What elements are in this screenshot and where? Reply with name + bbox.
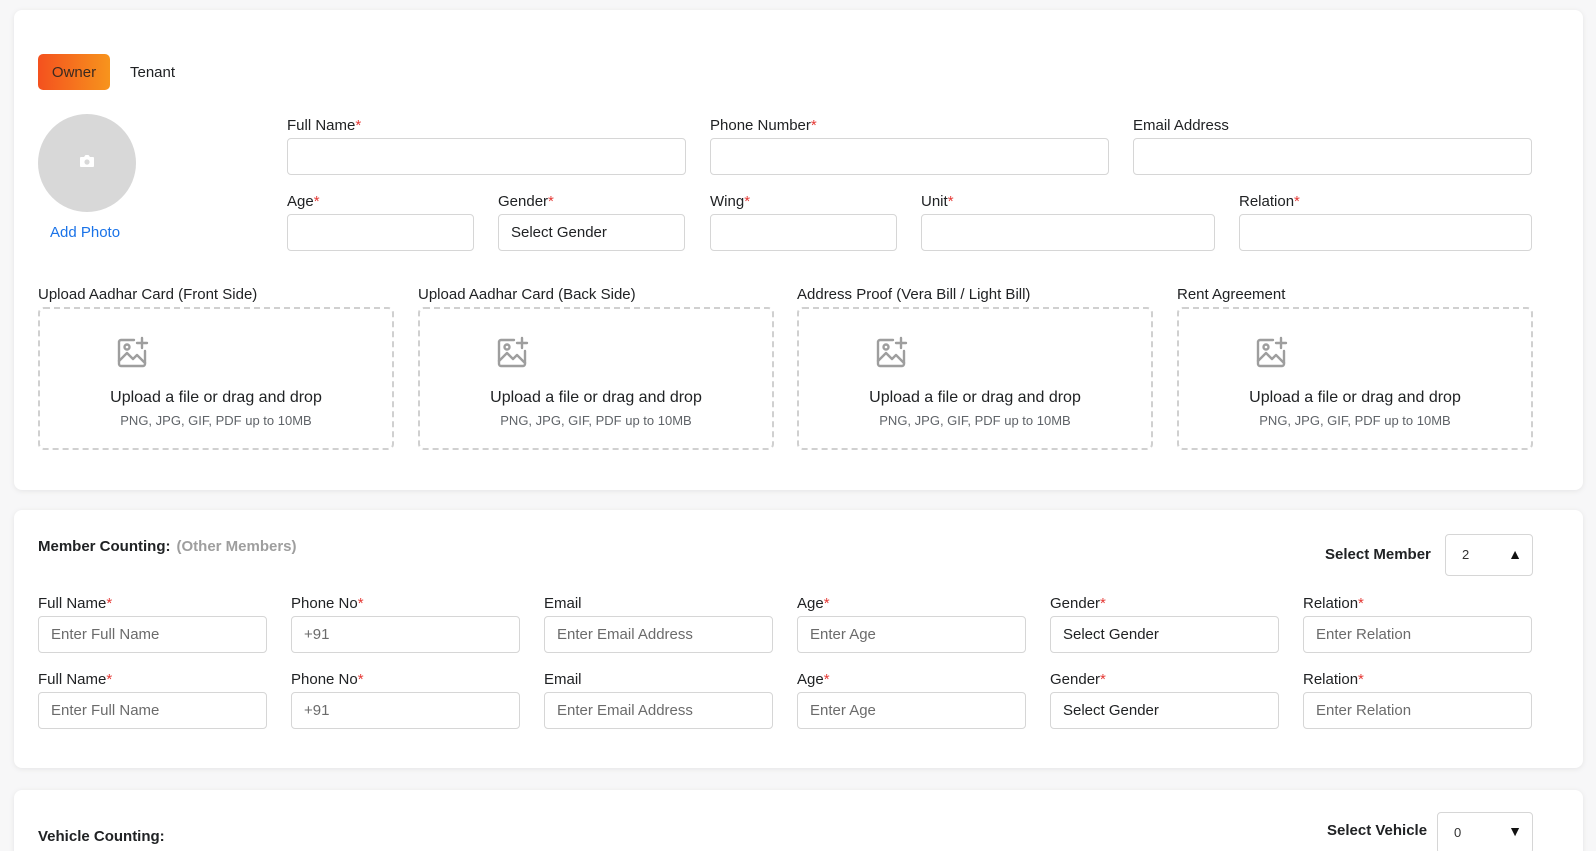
select-vehicle-stepper[interactable]: 0 ▼ [1437,812,1533,851]
member-counting-subtitle: (Other Members) [176,538,297,555]
vehicle-counting-title: Vehicle Counting: [38,828,165,845]
phone-number-label: Phone Number* [710,117,817,134]
member-counting-card: Member Counting: (Other Members) Select M… [14,510,1583,768]
member-email-input[interactable]: Enter Email Address [544,616,773,653]
member-full-name-input[interactable]: Enter Full Name [38,616,267,653]
camera-icon [79,154,95,173]
caret-up-icon[interactable]: ▲ [1508,546,1522,562]
upload-hint: PNG, JPG, GIF, PDF up to 10MB [879,413,1071,428]
upload-prompt: Upload a file or drag and drop [110,389,322,406]
member-phone-input[interactable]: +91 [291,692,520,729]
gender-select[interactable]: Select Gender [498,214,685,251]
photo-avatar[interactable] [38,114,136,212]
rent-agreement-label: Rent Agreement [1177,286,1286,303]
member-age-label: Age* [797,595,830,612]
full-name-label: Full Name* [287,117,362,134]
member-full-name-input[interactable]: Enter Full Name [38,692,267,729]
age-input[interactable] [287,214,474,251]
add-photo-link[interactable]: Add Photo [50,224,120,241]
upload-aadhar-back-dropzone[interactable]: Upload a file or drag and drop PNG, JPG,… [418,307,774,450]
member-gender-select[interactable]: Select Gender [1050,692,1279,729]
member-gender-label: Gender* [1050,671,1106,688]
member-email-input[interactable]: Enter Email Address [544,692,773,729]
upload-prompt: Upload a file or drag and drop [1249,389,1461,406]
member-relation-label: Relation* [1303,671,1364,688]
member-gender-label: Gender* [1050,595,1106,612]
select-vehicle-label: Select Vehicle [1327,822,1428,839]
full-name-input[interactable] [287,138,686,175]
upload-prompt: Upload a file or drag and drop [490,389,702,406]
member-gender-select[interactable]: Select Gender [1050,616,1279,653]
phone-number-input[interactable] [710,138,1109,175]
email-address-input[interactable] [1133,138,1532,175]
member-relation-label: Relation* [1303,595,1364,612]
unit-label: Unit* [921,193,954,210]
relation-input[interactable] [1239,214,1532,251]
image-upload-icon [1253,335,1289,376]
upload-hint: PNG, JPG, GIF, PDF up to 10MB [500,413,692,428]
member-full-name-label: Full Name* [38,595,113,612]
gender-label: Gender* [498,193,554,210]
member-phone-input[interactable]: +91 [291,616,520,653]
member-counting-title: Member Counting: (Other Members) [38,538,297,555]
rent-agreement-dropzone[interactable]: Upload a file or drag and drop PNG, JPG,… [1177,307,1533,450]
email-address-label: Email Address [1133,117,1229,134]
unit-input[interactable] [921,214,1215,251]
vehicle-counting-card: Vehicle Counting: Select Vehicle 0 ▼ [14,790,1583,851]
age-label: Age* [287,193,320,210]
wing-input[interactable] [710,214,897,251]
member-email-label: Email [544,595,582,612]
select-member-value: 2 [1462,547,1470,562]
member-age-input[interactable]: Enter Age [797,616,1026,653]
tab-owner[interactable]: Owner [38,54,110,90]
upload-aadhar-back-label: Upload Aadhar Card (Back Side) [418,286,636,303]
member-full-name-label: Full Name* [38,671,113,688]
select-member-label: Select Member [1325,546,1431,563]
member-age-input[interactable]: Enter Age [797,692,1026,729]
member-age-label: Age* [797,671,830,688]
owner-details-card: Owner Tenant Add Photo Full Name* Phone … [14,10,1583,490]
member-phone-label: Phone No* [291,595,364,612]
tab-tenant[interactable]: Tenant [130,54,175,90]
upload-hint: PNG, JPG, GIF, PDF up to 10MB [120,413,312,428]
wing-label: Wing* [710,193,751,210]
caret-down-icon[interactable]: ▼ [1508,823,1522,839]
image-upload-icon [873,335,909,376]
address-proof-label: Address Proof (Vera Bill / Light Bill) [797,286,1031,303]
upload-hint: PNG, JPG, GIF, PDF up to 10MB [1259,413,1451,428]
select-vehicle-value: 0 [1454,825,1462,840]
member-relation-input[interactable]: Enter Relation [1303,692,1532,729]
member-relation-input[interactable]: Enter Relation [1303,616,1532,653]
upload-aadhar-front-label: Upload Aadhar Card (Front Side) [38,286,258,303]
member-phone-label: Phone No* [291,671,364,688]
member-email-label: Email [544,671,582,688]
upload-aadhar-front-dropzone[interactable]: Upload a file or drag and drop PNG, JPG,… [38,307,394,450]
address-proof-dropzone[interactable]: Upload a file or drag and drop PNG, JPG,… [797,307,1153,450]
relation-label: Relation* [1239,193,1300,210]
select-member-stepper[interactable]: 2 ▲ [1445,534,1533,576]
image-upload-icon [494,335,530,376]
image-upload-icon [114,335,150,376]
upload-prompt: Upload a file or drag and drop [869,389,1081,406]
